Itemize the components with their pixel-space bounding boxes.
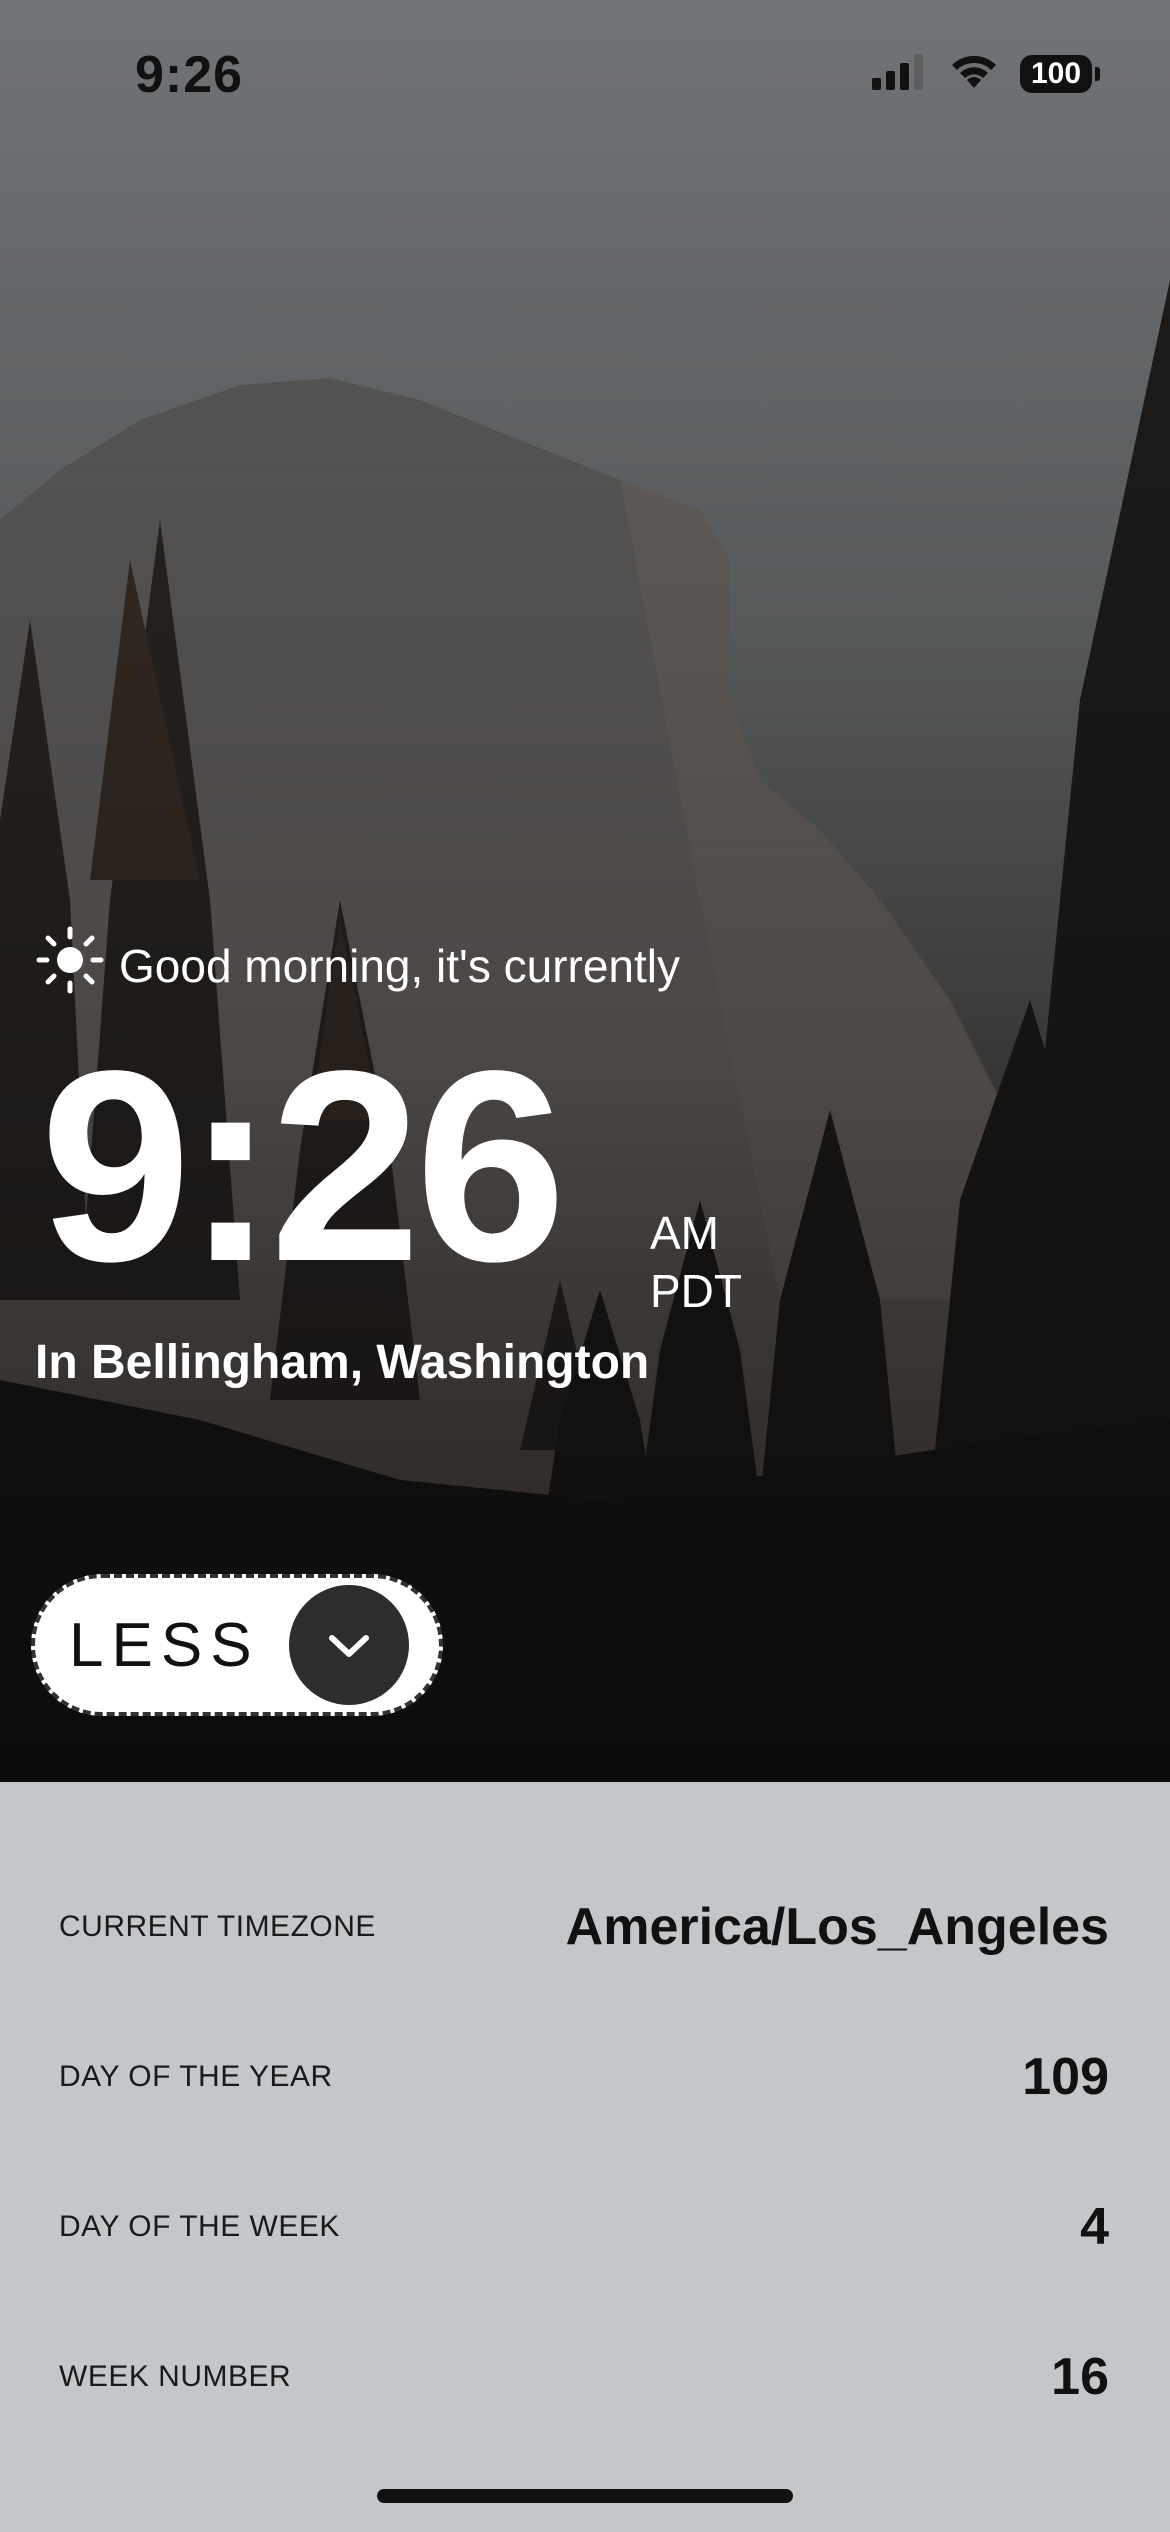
wifi-icon: [948, 52, 1000, 95]
detail-label: WEEK NUMBER: [59, 2360, 292, 2393]
am-pm-label: AM: [650, 1207, 719, 1259]
detail-row-day-of-year: DAY OF THE YEAR 109: [59, 2047, 1109, 2107]
location-text: In Bellingham, Washington: [35, 1336, 650, 1389]
detail-value: 109: [1022, 2048, 1109, 2106]
detail-label: DAY OF THE WEEK: [59, 2210, 340, 2243]
cellular-signal-icon: [870, 52, 928, 95]
less-button[interactable]: LESS: [31, 1574, 443, 1716]
current-time: 9:26: [40, 1014, 566, 1318]
detail-row-week-number: WEEK NUMBER 16: [59, 2347, 1109, 2407]
greeting-text: Good morning, it's currently: [119, 939, 681, 992]
detail-value: 4: [1080, 2198, 1109, 2256]
greeting: Good morning, it's currently: [35, 925, 680, 1006]
detail-label: CURRENT TIMEZONE: [59, 1910, 376, 1943]
chevron-down-icon: [289, 1585, 409, 1705]
detail-value: America/Los_Angeles: [565, 1898, 1109, 1956]
detail-label: DAY OF THE YEAR: [59, 2060, 333, 2093]
sun-icon: [35, 925, 105, 1006]
detail-value: 16: [1051, 2348, 1109, 2406]
detail-row-day-of-week: DAY OF THE WEEK 4: [59, 2197, 1109, 2257]
detail-row-timezone: CURRENT TIMEZONE America/Los_Angeles: [59, 1897, 1109, 1957]
timezone-abbreviation: PDT: [650, 1265, 742, 1317]
status-bar-time: 9:26: [135, 46, 244, 104]
details-panel: CURRENT TIMEZONE America/Los_Angeles DAY…: [0, 1782, 1170, 2532]
battery-icon: 100: [1020, 54, 1100, 93]
home-indicator[interactable]: [377, 2489, 793, 2503]
status-bar-icons: 100: [870, 52, 1100, 95]
less-button-label: LESS: [69, 1610, 260, 1680]
background-photo: [0, 0, 1170, 1782]
mountain-forest-illustration: [0, 0, 1170, 1782]
time-suffix: AM PDT: [650, 1204, 742, 1320]
